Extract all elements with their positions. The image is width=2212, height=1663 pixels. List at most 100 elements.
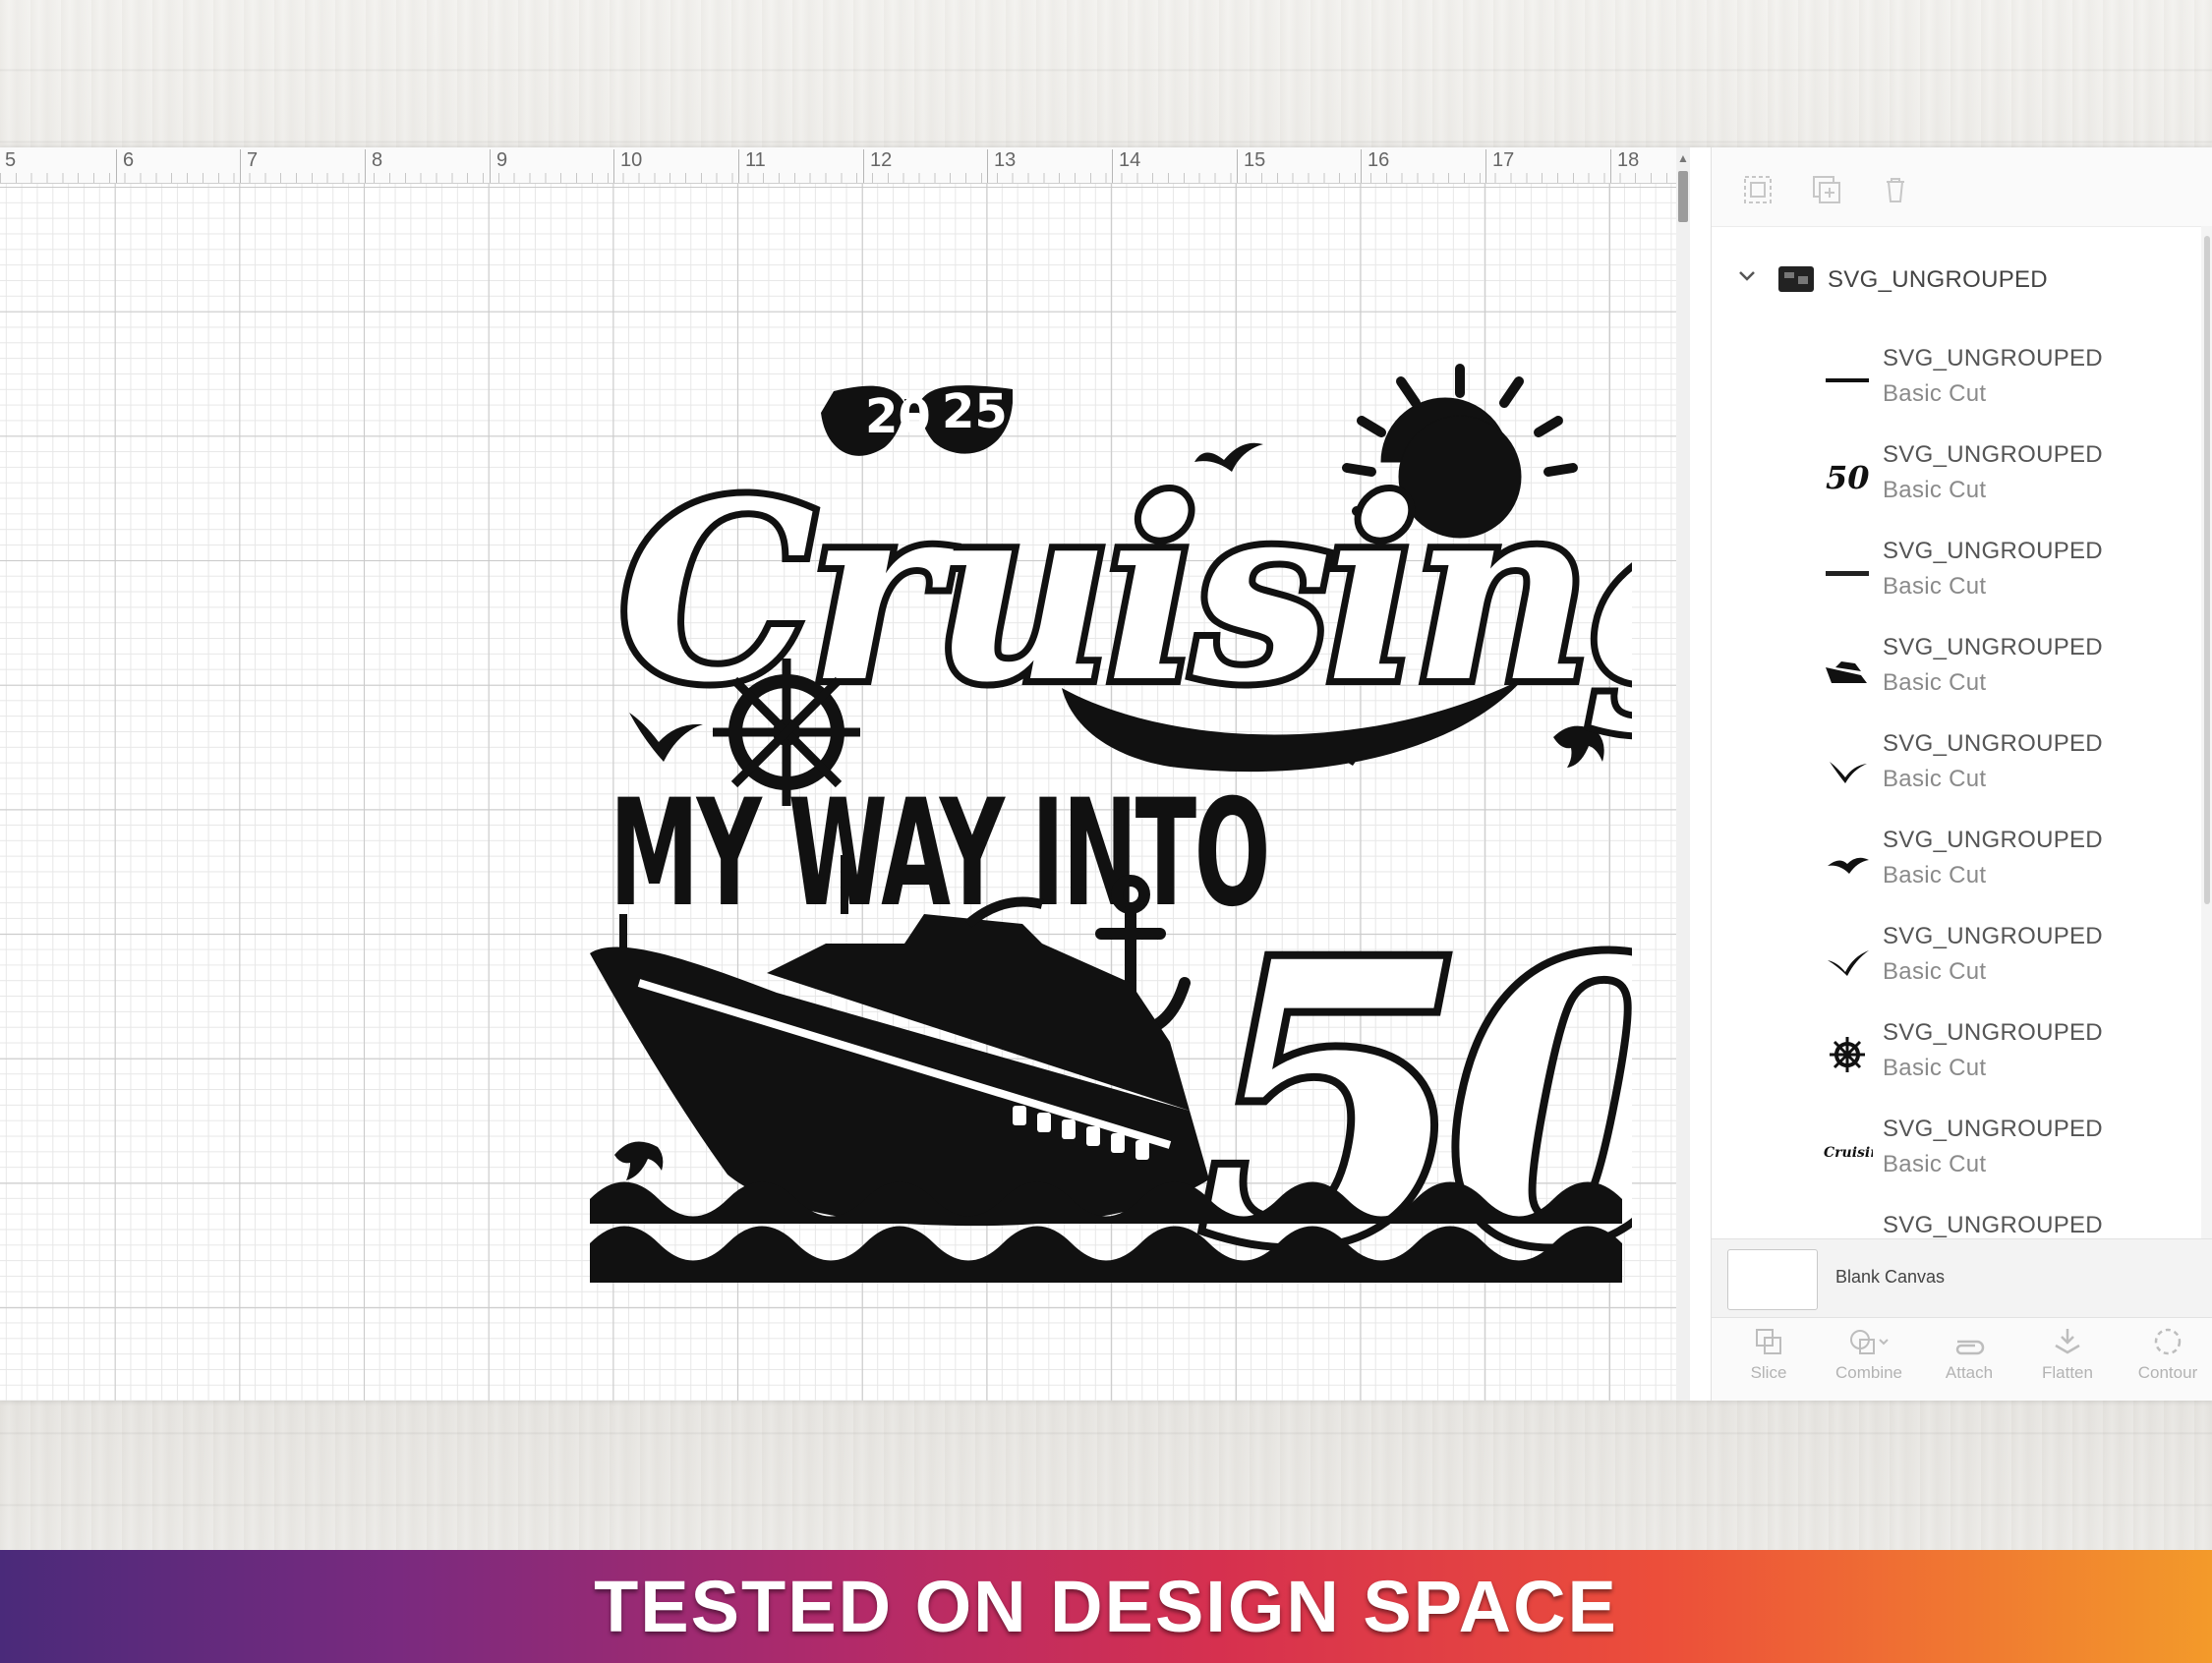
layer-type: Basic Cut — [1883, 1151, 1987, 1177]
layer-item[interactable]: 50 SVG_UNGROUPED Basic Cut — [1712, 431, 2201, 528]
ruler-tick: 16 — [1361, 149, 1389, 183]
contour-label: Contour — [2137, 1363, 2198, 1382]
layers-scroll-thumb[interactable] — [2204, 236, 2210, 904]
dolphin-thumbnail-icon — [1822, 1222, 1873, 1239]
layer-type: Basic Cut — [1883, 958, 1987, 985]
line-thumbnail-icon — [1826, 378, 1869, 382]
ruler-tick: 9 — [490, 149, 507, 183]
layer-item[interactable]: SVG_UNGROUPED Basic Cut — [1712, 1009, 2201, 1106]
cruising-artwork[interactable]: 20 25 Cruisin MY WAY INTO 5 — [580, 256, 1632, 1297]
cruising-thumbnail-icon: Cruising — [1824, 1145, 1873, 1161]
layer-name: SVG_UNGROUPED — [1883, 1116, 2103, 1142]
layer-name: SVG_UNGROUPED — [1883, 827, 2103, 853]
layer-item[interactable]: SVG_UNGROUPED Basic Cut — [1712, 335, 2201, 431]
bird-thumbnail-icon — [1830, 762, 1867, 783]
attach-icon — [1955, 1340, 1985, 1355]
chevron-down-icon[interactable] — [1735, 264, 1759, 288]
layer-group[interactable]: SVG_UNGROUPED — [1712, 255, 2201, 310]
ship-wheel-thumbnail-icon — [1830, 1037, 1865, 1072]
banner-text: TESTED ON DESIGN SPACE — [594, 1566, 1618, 1647]
layer-item[interactable]: SVG_UNGROUPED Basic Cut — [1712, 720, 2201, 817]
layer-name: SVG_UNGROUPED — [1883, 538, 2103, 564]
layer-list: SVG_UNGROUPED SVG_UNGROUPED Basic Cut 50… — [1712, 226, 2201, 1239]
combine-label: Combine — [1834, 1363, 1903, 1382]
promo-banner: TESTED ON DESIGN SPACE — [0, 1550, 2212, 1663]
flatten-label: Flatten — [2042, 1363, 2093, 1382]
combine-icon — [1850, 1330, 1889, 1354]
svg-text:Cruising: Cruising — [1824, 1145, 1873, 1161]
layer-name: SVG_UNGROUPED — [1883, 345, 2103, 372]
scroll-thumb[interactable] — [1678, 171, 1688, 222]
layer-item[interactable]: SVG_UNGROUPED Basic Cut — [1712, 528, 2201, 624]
ruler-tick: 10 — [613, 149, 642, 183]
ruler-tick: 8 — [365, 149, 382, 183]
ruler-tick: 11 — [738, 149, 766, 183]
layers-toolbar — [1712, 157, 2212, 216]
layer-name: SVG_UNGROUPED — [1883, 1019, 2103, 1046]
slice-icon — [1756, 1329, 1781, 1354]
layer-name: SVG_UNGROUPED — [1883, 634, 2103, 660]
ruler-tick: 7 — [240, 149, 258, 183]
flatten-icon — [2055, 1329, 2080, 1354]
ruler-tick: 18 — [1610, 149, 1639, 183]
layer-name: SVG_UNGROUPED — [1883, 1212, 2103, 1238]
year-left: 20 — [865, 389, 931, 444]
layer-name: SVG_UNGROUPED — [1883, 441, 2103, 468]
delete-icon[interactable] — [1879, 173, 1912, 206]
design-canvas[interactable]: 5 6 7 8 9 10 11 12 13 14 15 16 17 18 20 … — [0, 147, 1690, 1401]
layers-panel: SVG_UNGROUPED SVG_UNGROUPED Basic Cut 50… — [1711, 147, 2212, 1401]
ship-thumbnail-icon — [1826, 661, 1867, 683]
blank-canvas-swatch[interactable] — [1727, 1249, 1818, 1310]
layer-item[interactable]: Cruising SVG_UNGROUPED Basic Cut — [1712, 1106, 2201, 1202]
layer-actions-bar: Slice Combine Attach Flatten Contour — [1712, 1317, 2212, 1401]
year-right: 25 — [942, 384, 1008, 439]
subline-text: MY WAY INTO — [610, 769, 1268, 940]
layer-type: Basic Cut — [1883, 1055, 1987, 1081]
bird-thumbnail-icon — [1828, 857, 1869, 874]
attach-button[interactable]: Attach — [1920, 1326, 2018, 1383]
canvas-scrollbar[interactable]: ▲ — [1676, 147, 1690, 1401]
layer-name: SVG_UNGROUPED — [1883, 923, 2103, 949]
design-space-window: 5 6 7 8 9 10 11 12 13 14 15 16 17 18 20 … — [0, 147, 2212, 1401]
layer-type: Basic Cut — [1883, 766, 1987, 792]
flatten-button[interactable]: Flatten — [2018, 1326, 2117, 1383]
fifty-thumbnail-icon: 50 — [1826, 459, 1870, 496]
svg-text:50: 50 — [1826, 459, 1870, 496]
layer-item[interactable]: SVG_UNGROUPED Basic Cut — [1712, 817, 2201, 913]
layer-item[interactable]: SVG_UNGROUPED — [1712, 1202, 2201, 1239]
scroll-up-icon[interactable]: ▲ — [1677, 151, 1689, 165]
ruler-tick: 12 — [863, 149, 892, 183]
blank-canvas-row[interactable]: Blank Canvas — [1712, 1238, 2212, 1318]
layer-type: Basic Cut — [1883, 380, 1987, 407]
attach-label: Attach — [1945, 1363, 1994, 1382]
ruler-tick: 13 — [987, 149, 1016, 183]
headline-text: Cruising — [619, 447, 1632, 736]
layer-name: SVG_UNGROUPED — [1883, 730, 2103, 757]
dolphin-icon — [614, 1141, 664, 1180]
ruler-tick: 6 — [116, 149, 134, 183]
slice-label: Slice — [1750, 1363, 1787, 1382]
sunglasses-icon: 20 25 — [821, 384, 1013, 456]
group-label: SVG_UNGROUPED — [1828, 266, 2048, 293]
layer-item[interactable]: SVG_UNGROUPED Basic Cut — [1712, 913, 2201, 1009]
ruler-tick: 14 — [1112, 149, 1140, 183]
duplicate-icon[interactable] — [1810, 173, 1843, 206]
ruler-tick: 15 — [1237, 149, 1265, 183]
combine-button[interactable]: Combine — [1820, 1326, 1918, 1383]
ruler-tick: 5 — [0, 149, 16, 183]
ruler-tick: 17 — [1485, 149, 1514, 183]
blank-canvas-label: Blank Canvas — [1835, 1267, 1946, 1287]
layer-item[interactable]: SVG_UNGROUPED Basic Cut — [1712, 624, 2201, 720]
group-thumbnail-icon — [1778, 266, 1814, 292]
contour-icon — [2154, 1328, 2182, 1355]
layer-type: Basic Cut — [1883, 669, 1987, 696]
group-icon[interactable] — [1741, 173, 1775, 206]
text-thumbnail-icon — [1826, 571, 1869, 576]
bird-thumbnail-icon — [1828, 950, 1869, 976]
layer-type: Basic Cut — [1883, 862, 1987, 889]
horizontal-ruler: 5 6 7 8 9 10 11 12 13 14 15 16 17 18 — [0, 147, 1683, 184]
slice-button[interactable]: Slice — [1719, 1326, 1818, 1383]
contour-button[interactable]: Contour — [2119, 1326, 2212, 1383]
layer-type: Basic Cut — [1883, 573, 1987, 600]
layers-scrollbar[interactable] — [2201, 226, 2212, 1238]
